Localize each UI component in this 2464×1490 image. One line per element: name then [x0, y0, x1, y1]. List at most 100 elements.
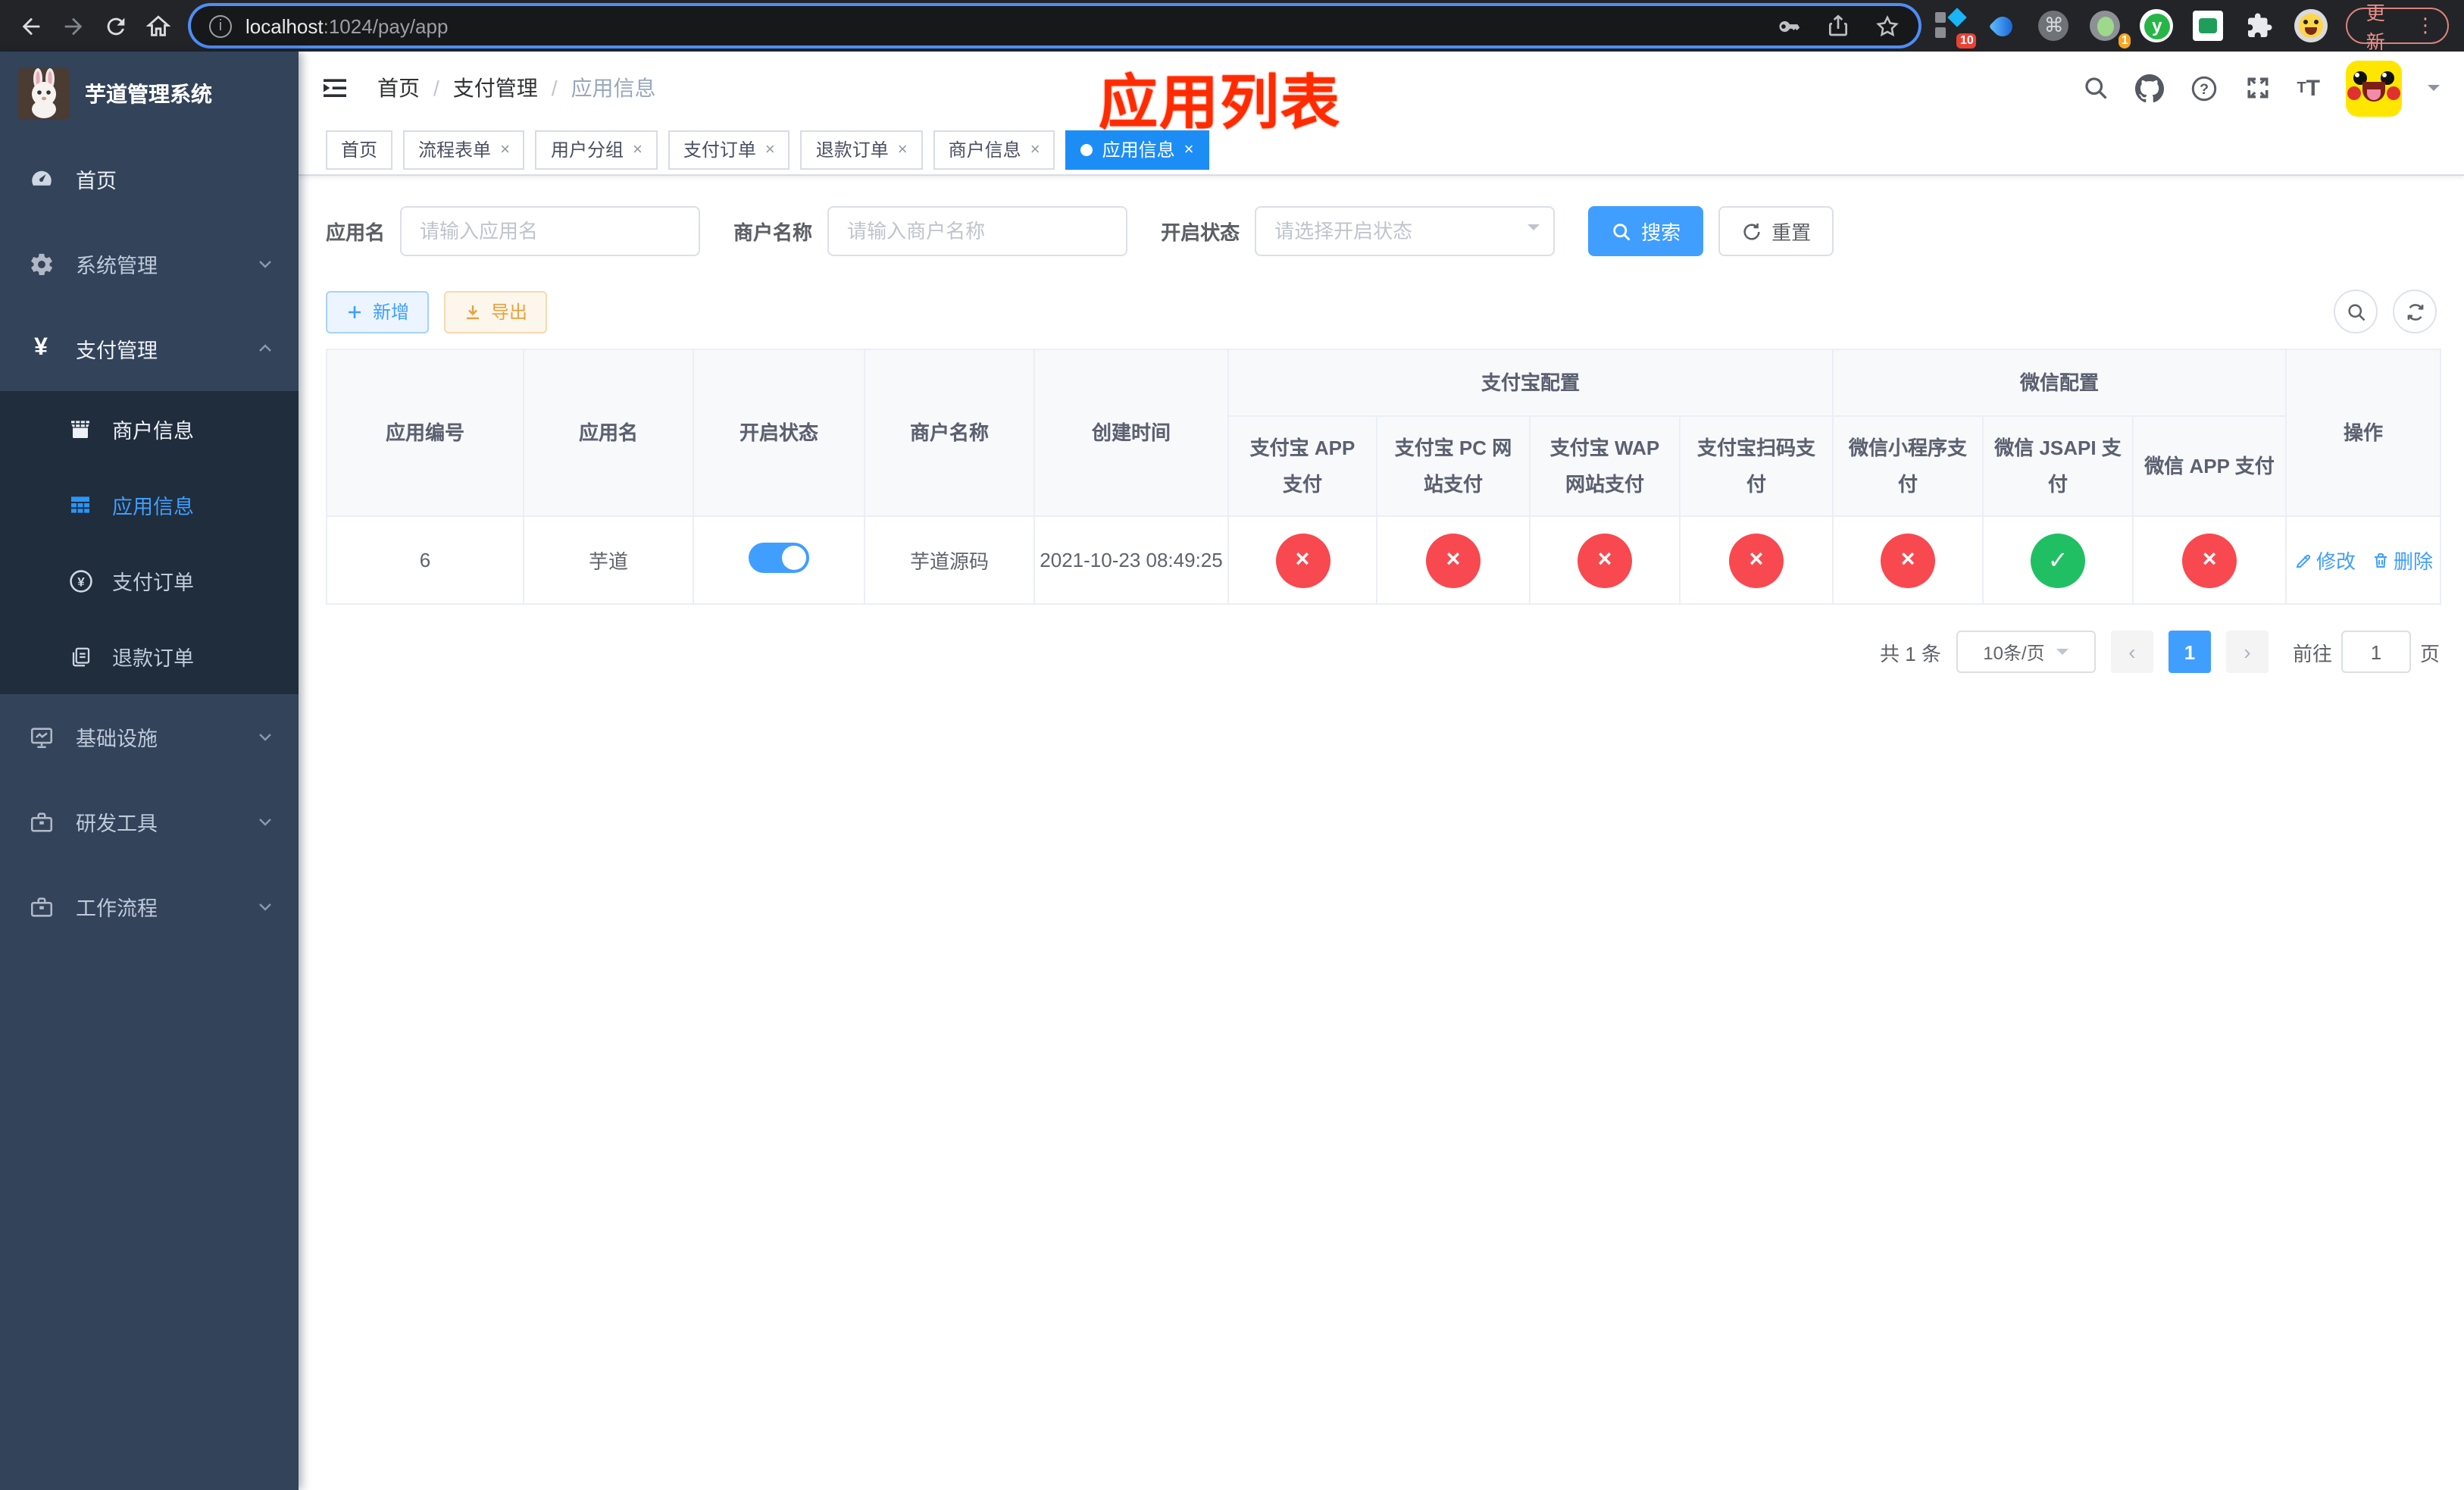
sidebar-item-workflow[interactable]: 工作流程 [0, 864, 299, 949]
extension-blue-diamond-icon[interactable]: 10 [1934, 8, 1977, 49]
sidebar-item-dev-tools[interactable]: 研发工具 [0, 779, 299, 864]
show-search-button[interactable] [2334, 290, 2378, 333]
tab-refund-orders[interactable]: 退款订单 × [800, 130, 923, 169]
content: 应用名 商户名称 开启状态 [299, 176, 2464, 703]
sidebar: 芋道管理系统 首页 系统管理 ¥ 支付管理 商户信息 应用信息 ¥ 支付订单 退… [0, 52, 299, 1490]
extension-kite-icon[interactable] [1986, 9, 2019, 42]
sidebar-item-home[interactable]: 首页 [0, 136, 299, 221]
refresh-table-button[interactable] [2393, 290, 2437, 333]
table-row: 6 芋道 芋道源码 2021-10-23 08:49:25 × × × × × … [326, 515, 2442, 605]
tab-home[interactable]: 首页 [326, 130, 393, 169]
extension-camera-icon[interactable]: 1 [2089, 9, 2131, 49]
tags-view-bar: 首页 流程表单 × 用户分组 × 支付订单 × 退款订单 × 商户信息 × 应用信息 × [299, 124, 2464, 176]
update-label: 更新 [2366, 3, 2385, 53]
close-icon[interactable]: × [500, 140, 510, 158]
add-button[interactable]: 新增 [326, 290, 430, 333]
url-bar[interactable]: i localhost:1024/pay/app [191, 6, 1919, 45]
chevron-down-icon [1527, 224, 1540, 236]
sidebar-item-refund-orders[interactable]: 退款订单 [0, 618, 299, 694]
close-icon[interactable]: × [1184, 140, 1194, 158]
sidebar-item-payment[interactable]: ¥ 支付管理 [0, 306, 299, 391]
edit-link[interactable]: 修改 [2294, 546, 2356, 574]
sidebar-item-label: 首页 [76, 170, 117, 193]
tab-process-form[interactable]: 流程表单 × [403, 130, 525, 169]
reload-icon [106, 17, 124, 35]
chevron-down-icon [2056, 649, 2069, 661]
app-name-label: 应用名 [326, 221, 386, 244]
extension-command-icon[interactable]: ⌘ [2037, 9, 2071, 42]
merchant-name-label: 商户名称 [733, 221, 813, 244]
help-icon[interactable]: ? [2189, 74, 2218, 102]
extension-chat-icon[interactable] [2192, 9, 2225, 42]
share-icon[interactable] [1827, 14, 1851, 38]
extensions-puzzle-icon[interactable] [2244, 9, 2277, 42]
app-name-input[interactable] [400, 206, 701, 256]
delete-link[interactable]: 删除 [2371, 546, 2433, 574]
sidebar-collapse-icon[interactable] [320, 71, 353, 105]
cell-enabled [693, 515, 865, 605]
tab-user-group[interactable]: 用户分组 × [535, 130, 658, 169]
extension-badge: 1 [2118, 33, 2131, 49]
tab-merchant-info[interactable]: 商户信息 × [933, 130, 1055, 169]
browser-menu-icon[interactable]: ⋮ [2416, 14, 2435, 38]
cell-app-id: 6 [326, 515, 524, 605]
search-icon[interactable] [2081, 74, 2109, 102]
cell-created: 2021-10-23 08:49:25 [1033, 515, 1229, 605]
close-icon[interactable]: × [898, 140, 908, 158]
goto-page-input[interactable] [2340, 631, 2411, 673]
tab-pay-orders[interactable]: 支付订单 × [668, 130, 790, 169]
next-page-button[interactable]: › [2225, 631, 2269, 673]
yen-circle-icon: ¥ [67, 567, 94, 594]
prev-page-button[interactable]: ‹ [2110, 631, 2153, 673]
export-button[interactable]: 导出 [444, 290, 548, 333]
browser-forward-button[interactable] [52, 5, 94, 47]
status-wx-jsapi: ✓ [2031, 533, 2086, 587]
browser-update-button[interactable]: 更新 ⋮ [2346, 3, 2449, 53]
search-button[interactable]: 搜索 [1588, 206, 1704, 256]
password-key-icon[interactable] [1777, 13, 1803, 39]
close-icon[interactable]: × [1030, 140, 1040, 158]
sidebar-item-app-info[interactable]: 应用信息 [0, 467, 299, 543]
fullscreen-icon[interactable] [2244, 74, 2271, 102]
font-size-icon[interactable]: TT [2297, 75, 2320, 101]
cell-app-name: 芋道 [523, 515, 694, 605]
status-select-input[interactable] [1255, 206, 1556, 256]
status-wx-mini: × [1881, 533, 1936, 587]
breadcrumb-separator: / [551, 76, 558, 100]
close-icon[interactable]: × [633, 140, 643, 158]
close-icon[interactable]: × [765, 140, 775, 158]
chevron-down-icon [256, 728, 274, 746]
avatar-dropdown-icon[interactable] [2428, 85, 2440, 97]
browser-reload-button[interactable] [94, 5, 136, 47]
sidebar-item-merchant-info[interactable]: 商户信息 [0, 391, 299, 467]
breadcrumb-home[interactable]: 首页 [377, 73, 420, 103]
plus-icon [349, 305, 361, 318]
browser-back-button[interactable] [9, 5, 52, 47]
github-icon[interactable] [2134, 74, 2164, 102]
merchant-name-input[interactable] [827, 206, 1128, 256]
browser-home-button[interactable] [136, 5, 179, 47]
profile-avatar-icon[interactable] [2294, 9, 2328, 42]
extension-y-icon[interactable]: y [2140, 9, 2174, 42]
sidebar-item-system[interactable]: 系统管理 [0, 221, 299, 306]
status-select[interactable] [1255, 206, 1556, 256]
store-icon [67, 415, 94, 443]
url-path: :1024/pay/app [323, 14, 449, 37]
status-label: 开启状态 [1161, 221, 1240, 244]
page-size-select[interactable]: 10条/页 [1956, 631, 2096, 673]
back-icon [21, 17, 39, 35]
user-avatar[interactable] [2346, 60, 2402, 116]
sidebar-item-infrastructure[interactable]: 基础设施 [0, 694, 299, 779]
sidebar-logo[interactable]: 芋道管理系统 [0, 52, 299, 136]
status-alipay-wap: × [1578, 533, 1632, 587]
breadcrumb-section[interactable]: 支付管理 [453, 73, 538, 103]
site-info-icon[interactable]: i [209, 14, 232, 37]
enabled-toggle[interactable] [749, 543, 809, 573]
chevron-down-icon [256, 897, 274, 916]
sidebar-item-pay-orders[interactable]: ¥ 支付订单 [0, 543, 299, 618]
sidebar-item-label: 支付管理 [76, 340, 158, 362]
filter-form: 应用名 商户名称 开启状态 [326, 206, 2437, 256]
current-page[interactable]: 1 [2168, 631, 2211, 673]
reset-button[interactable]: 重置 [1718, 206, 1834, 256]
bookmark-star-icon[interactable] [1875, 13, 1901, 39]
